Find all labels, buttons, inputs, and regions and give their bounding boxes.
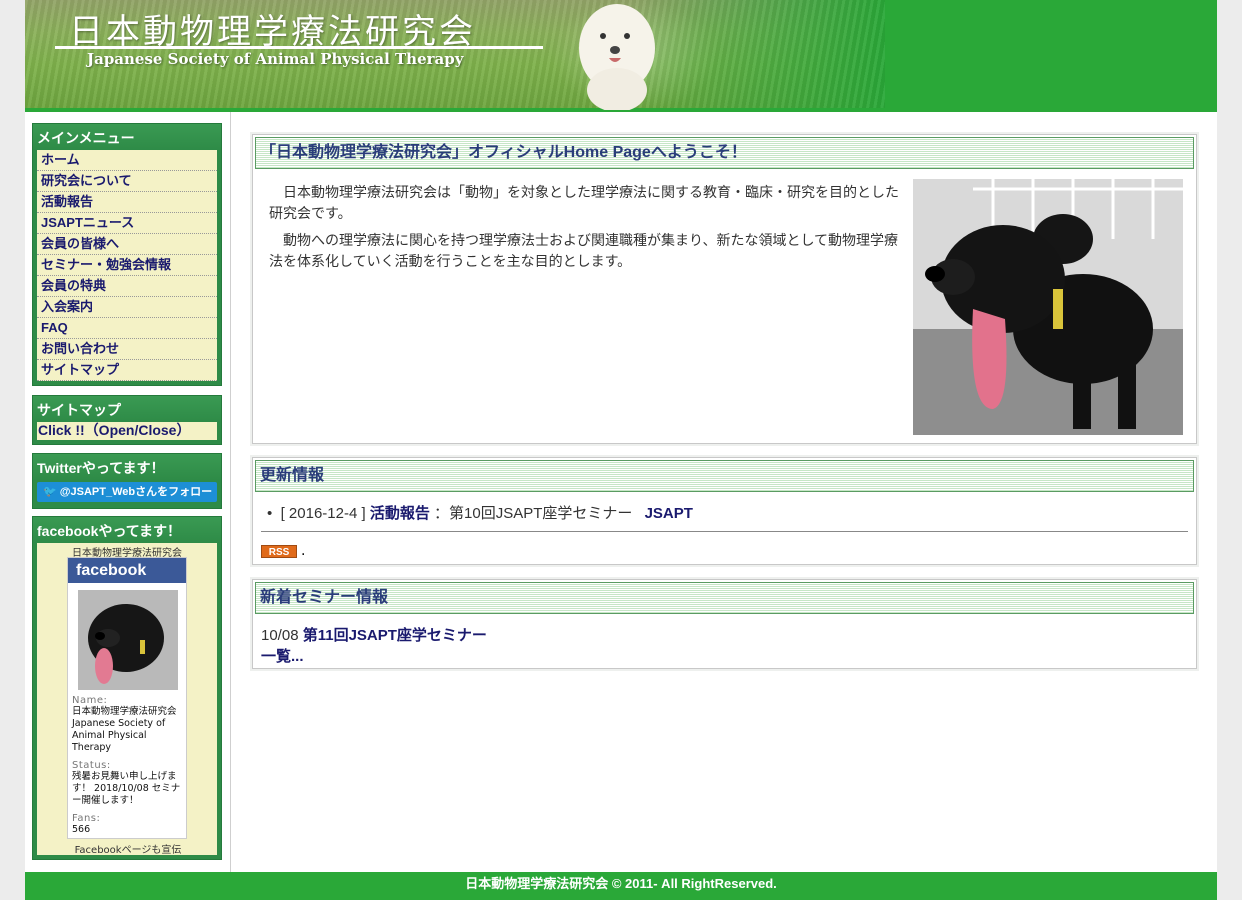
main-menu-box: メインメニュー ホーム 研究会について 活動報告 JSAPTニュース 会員の皆様…	[32, 123, 222, 386]
facebook-name-label: Name:	[72, 695, 108, 706]
facebook-logo: facebook	[68, 558, 186, 583]
divider	[261, 531, 1188, 532]
menu-item-sitemap[interactable]: サイトマップ	[37, 360, 217, 381]
list-item: 10/08 第11回JSAPT座学セミナー	[261, 624, 1188, 645]
menu-item-contact[interactable]: お問い合わせ	[37, 339, 217, 360]
facebook-fans-value: 566	[72, 824, 91, 835]
facebook-badge[interactable]: facebook Name: 日本動物理学療法研究会 Japanese Soci…	[67, 557, 187, 839]
facebook-fans-label: Fans:	[72, 813, 101, 824]
facebook-name-value: 日本動物理学療法研究会 Japanese Society of Animal P…	[72, 706, 177, 753]
site-footer: 日本動物理学療法研究会 © 2011- All RightReserved.	[25, 872, 1217, 900]
twitter-box: Twitterやってます！ 🐦 @JSAPT_Webさんをフォロー	[32, 453, 222, 509]
rss-feed-icon[interactable]: RSS	[261, 545, 297, 558]
updates-heading: 更新情報	[255, 460, 1194, 492]
twitter-bird-icon: 🐦	[43, 486, 60, 498]
dog-thumbnail-icon	[78, 590, 178, 690]
page: 日本動物理学療法研究会 Japanese Society of Animal P…	[25, 0, 1217, 900]
twitter-follow-label: @JSAPT_Webさんをフォロー	[59, 486, 213, 498]
twitter-title: Twitterやってます！	[33, 454, 221, 480]
menu-item-home[interactable]: ホーム	[37, 150, 217, 171]
welcome-heading: 「日本動物理学療法研究会」オフィシャルHome Pageへようこそ！	[255, 137, 1194, 169]
welcome-text: 日本動物理学療法研究会は「動物」を対象とした理学療法に関する教育・臨床・研究を目…	[261, 183, 901, 273]
news-date: [ 2016-12-4 ]	[280, 505, 366, 522]
facebook-profile-photo	[78, 590, 178, 690]
menu-item-jsapt-news[interactable]: JSAPTニュース	[37, 213, 217, 234]
facebook-title: facebookやってます！	[33, 517, 221, 543]
rss-suffix: .	[301, 543, 306, 559]
facebook-widget: 日本動物理学療法研究会 facebook Name: 日本動物理学療法研究会 J…	[37, 543, 219, 856]
main-menu: ホーム 研究会について 活動報告 JSAPTニュース 会員の皆様へ セミナー・勉…	[33, 150, 221, 385]
main-content: 「日本動物理学療法研究会」オフィシャルHome Pageへようこそ！ 日本動物理…	[230, 112, 1217, 872]
facebook-status-value: 残暑お見舞い申し上げます！ 2018/10/08 セミナー開催します！	[72, 771, 181, 806]
facebook-promo-link[interactable]: Facebookページも宣伝	[37, 841, 219, 856]
twitter-follow-button[interactable]: 🐦 @JSAPT_Webさんをフォロー	[37, 482, 217, 502]
site-subtitle: Japanese Society of Animal Physical Ther…	[87, 50, 464, 68]
menu-item-member-benefits[interactable]: 会員の特典	[37, 276, 217, 297]
menu-item-faq[interactable]: FAQ	[37, 318, 217, 339]
facebook-box: facebookやってます！ 日本動物理学療法研究会 facebook Name…	[32, 516, 222, 860]
seminar-date: 10/08	[261, 627, 299, 644]
news-tag-link[interactable]: JSAPT	[645, 505, 693, 522]
site-header: 日本動物理学療法研究会 Japanese Society of Animal P…	[25, 0, 1217, 112]
seminar-list-link[interactable]: 一覧...	[261, 648, 304, 665]
welcome-panel: 「日本動物理学療法研究会」オフィシャルHome Pageへようこそ！ 日本動物理…	[252, 134, 1197, 444]
main-menu-title: メインメニュー	[33, 124, 221, 150]
news-title: ：第10回JSAPT座学セミナー	[434, 505, 633, 522]
black-dog-image-icon	[913, 179, 1183, 435]
sitemap-title: サイトマップ	[33, 396, 221, 422]
menu-item-about[interactable]: 研究会について	[37, 171, 217, 192]
left-sidebar: メインメニュー ホーム 研究会について 活動報告 JSAPTニュース 会員の皆様…	[25, 112, 230, 872]
welcome-paragraph-1: 日本動物理学療法研究会は「動物」を対象とした理学療法に関する教育・臨床・研究を目…	[269, 185, 899, 222]
seminar-heading: 新着セミナー情報	[255, 582, 1194, 614]
facebook-status-label: Status:	[72, 760, 111, 771]
dog-photo	[913, 179, 1183, 435]
list-item: • [ 2016-12-4 ] 活動報告 ：第10回JSAPT座学セミナー JS…	[267, 505, 693, 522]
dog-banner-icon	[579, 4, 655, 110]
welcome-paragraph-2: 動物への理学療法に関心を持つ理学療法士および関連職種が集まり、新たな領域として動…	[269, 233, 899, 270]
news-category-link[interactable]: 活動報告	[370, 505, 430, 522]
updates-panel: 更新情報 • [ 2016-12-4 ] 活動報告 ：第10回JSAPT座学セミ…	[252, 457, 1197, 565]
footer-copyright: 日本動物理学療法研究会 © 2011- All RightReserved.	[465, 876, 777, 891]
seminar-panel: 新着セミナー情報 10/08 第11回JSAPT座学セミナー 一覧...	[252, 579, 1197, 669]
menu-item-activity-report[interactable]: 活動報告	[37, 192, 217, 213]
menu-item-seminars[interactable]: セミナー・勉強会情報	[37, 255, 217, 276]
seminar-link[interactable]: 第11回JSAPT座学セミナー	[303, 627, 487, 644]
menu-item-join[interactable]: 入会案内	[37, 297, 217, 318]
sitemap-toggle-link[interactable]: Click !!（Open/Close）	[37, 422, 217, 440]
menu-item-members[interactable]: 会員の皆様へ	[37, 234, 217, 255]
sitemap-box: サイトマップ Click !!（Open/Close）	[32, 395, 222, 445]
